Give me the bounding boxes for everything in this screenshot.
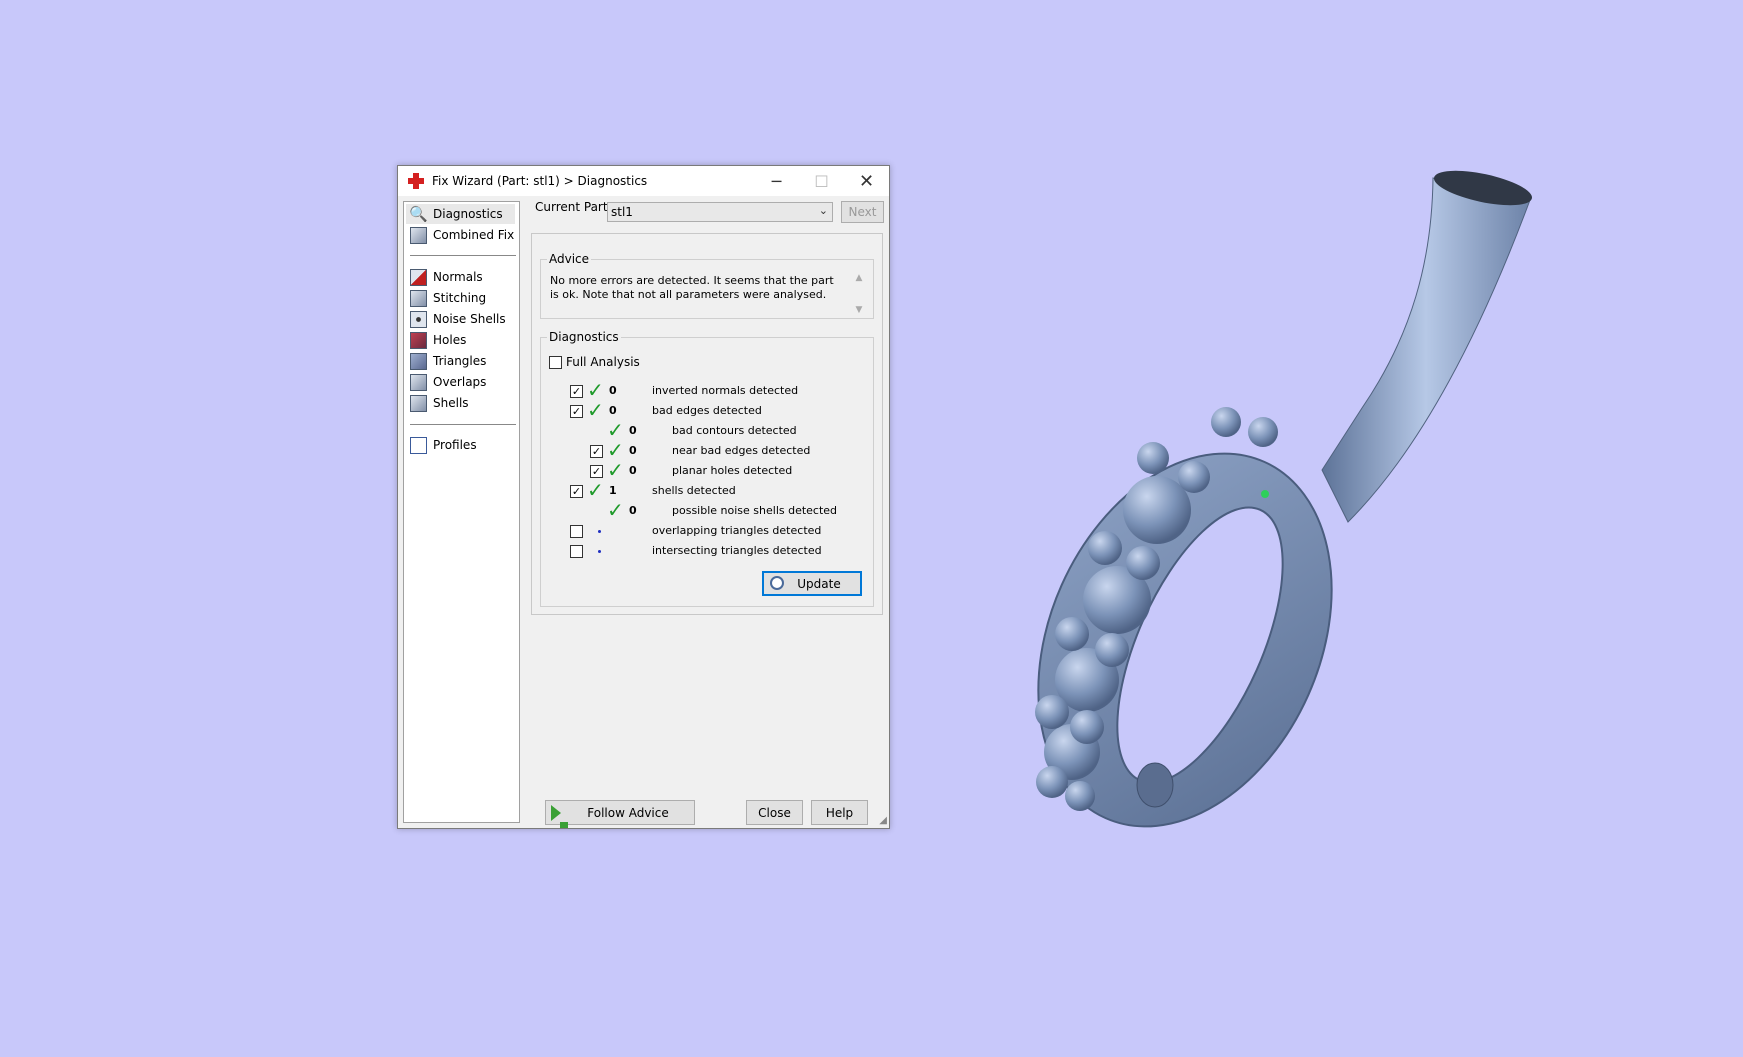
sidebar-item-label: Combined Fix — [433, 228, 515, 242]
sidebar-item-overlaps[interactable]: Overlaps — [406, 372, 515, 392]
noise-shells-label: possible noise shells detected — [672, 504, 838, 517]
close-button[interactable]: Close — [746, 800, 803, 825]
scroll-up-icon[interactable]: ▲ — [856, 273, 863, 283]
intersecting-triangles-label: intersecting triangles detected — [652, 544, 822, 557]
sidebar-item-label: Triangles — [433, 354, 487, 368]
overlaps-cube-icon — [410, 373, 427, 391]
sidebar-item-stitching[interactable]: Stitching — [406, 288, 515, 308]
check-icon: ✓ — [587, 378, 604, 402]
bad-contours-count: 0 — [629, 424, 637, 437]
window-title: Fix Wizard (Part: stl1) > Diagnostics — [432, 174, 648, 188]
intersecting-triangles-checkbox[interactable] — [570, 545, 583, 558]
shells-count: 1 — [609, 484, 617, 497]
planar-holes-checkbox[interactable]: ✓ — [590, 465, 603, 478]
sidebar-item-label: Diagnostics — [433, 207, 503, 221]
overlapping-triangles-label: overlapping triangles detected — [652, 524, 822, 537]
minimize-button[interactable]: ─ — [754, 166, 799, 196]
sidebar-item-noise-shells[interactable]: Noise Shells — [406, 309, 515, 329]
sidebar-item-diagnostics[interactable]: 🔍 Diagnostics — [406, 204, 515, 224]
title-bar[interactable]: Fix Wizard (Part: stl1) > Diagnostics ─ … — [398, 166, 889, 196]
holes-cube-icon — [410, 331, 427, 349]
check-icon: ✓ — [607, 438, 624, 462]
sidebar-item-normals[interactable]: Normals — [406, 267, 515, 287]
chevron-down-icon: ⌄ — [818, 204, 828, 217]
check-icon: ✓ — [587, 478, 604, 502]
maximize-button[interactable]: ☐ — [799, 166, 844, 196]
planar-holes-label: planar holes detected — [672, 464, 793, 477]
content-panel: Advice No more errors are detected. It s… — [531, 233, 883, 615]
sidebar-item-label: Holes — [433, 333, 467, 347]
advice-text: No more errors are detected. It seems th… — [550, 274, 834, 301]
shells-checkbox[interactable]: ✓ — [570, 485, 583, 498]
bad-contours-label: bad contours detected — [672, 424, 797, 437]
sidebar-item-label: Normals — [433, 270, 483, 284]
stitching-cube-icon — [410, 289, 427, 307]
magnifier-icon — [770, 576, 784, 590]
diagnostics-group: Diagnostics Full Analysis ✓ ✓ 0 inverted… — [540, 330, 874, 607]
current-part-select[interactable]: stl1 ⌄ — [607, 202, 833, 222]
sidebar: 🔍 Diagnostics Combined Fix Normals Stitc… — [403, 201, 520, 823]
sidebar-item-label: Profiles — [433, 438, 477, 452]
shells-label: shells detected — [652, 484, 736, 497]
sidebar-item-holes[interactable]: Holes — [406, 330, 515, 350]
fix-wizard-dialog: Fix Wizard (Part: stl1) > Diagnostics ─ … — [397, 165, 890, 829]
sidebar-item-triangles[interactable]: Triangles — [406, 351, 515, 371]
bad-edges-checkbox[interactable]: ✓ — [570, 405, 583, 418]
inverted-normals-label: inverted normals detected — [652, 384, 799, 397]
planar-holes-count: 0 — [629, 464, 637, 477]
bad-edges-count: 0 — [609, 404, 617, 417]
sidebar-item-label: Stitching — [433, 291, 487, 305]
update-button[interactable]: Update — [762, 571, 862, 596]
advice-title: Advice — [547, 252, 592, 266]
help-button[interactable]: Help — [811, 800, 868, 825]
cube-icon — [410, 226, 427, 244]
sidebar-item-shells[interactable]: Shells — [406, 393, 515, 413]
bad-edges-label: bad edges detected — [652, 404, 762, 417]
sidebar-divider — [410, 424, 516, 425]
arrow-right-icon — [551, 805, 568, 828]
sidebar-item-combined-fix[interactable]: Combined Fix — [406, 225, 515, 245]
near-bad-edges-count: 0 — [629, 444, 637, 457]
sidebar-item-label: Overlaps — [433, 375, 487, 389]
inverted-normals-count: 0 — [609, 384, 617, 397]
check-icon: ✓ — [587, 398, 604, 422]
diagnostics-title: Diagnostics — [547, 330, 621, 344]
noise-shells-count: 0 — [629, 504, 637, 517]
current-part-label: Current Part: — [535, 200, 612, 214]
sidebar-divider — [410, 255, 516, 256]
noise-shells-icon — [410, 310, 427, 328]
full-analysis-checkbox[interactable] — [549, 356, 562, 369]
pending-dot-icon — [598, 530, 601, 533]
full-analysis-label: Full Analysis — [566, 355, 640, 369]
near-bad-edges-checkbox[interactable]: ✓ — [590, 445, 603, 458]
document-icon — [410, 436, 427, 454]
pending-dot-icon — [598, 550, 601, 553]
3d-model[interactable] — [982, 164, 1534, 873]
current-part-value: stl1 — [611, 205, 633, 219]
magnifier-icon: 🔍 — [409, 204, 428, 223]
close-window-button[interactable]: ✕ — [844, 166, 889, 196]
overlapping-triangles-checkbox[interactable] — [570, 525, 583, 538]
near-bad-edges-label: near bad edges detected — [672, 444, 811, 457]
check-icon: ✓ — [607, 458, 624, 482]
next-button[interactable]: Next — [841, 201, 884, 223]
resize-grip-icon[interactable]: ◢ — [879, 815, 887, 826]
follow-advice-button[interactable]: Follow Advice — [545, 800, 695, 828]
inverted-normals-checkbox[interactable]: ✓ — [570, 385, 583, 398]
sidebar-item-label: Noise Shells — [433, 312, 506, 326]
advice-group: Advice No more errors are detected. It s… — [540, 252, 874, 319]
follow-advice-label: Follow Advice — [587, 805, 669, 820]
shells-cube-icon — [410, 394, 427, 412]
app-cross-icon — [408, 173, 424, 189]
check-icon: ✓ — [607, 498, 624, 522]
triangles-cube-icon — [410, 352, 427, 370]
sidebar-item-profiles[interactable]: Profiles — [406, 435, 515, 455]
check-icon: ✓ — [607, 418, 624, 442]
advice-scrollbar[interactable]: ▲ ▼ — [851, 273, 867, 315]
sidebar-item-label: Shells — [433, 396, 469, 410]
scroll-down-icon[interactable]: ▼ — [856, 305, 863, 315]
update-label: Update — [797, 576, 841, 591]
normals-cube-icon — [410, 268, 427, 286]
